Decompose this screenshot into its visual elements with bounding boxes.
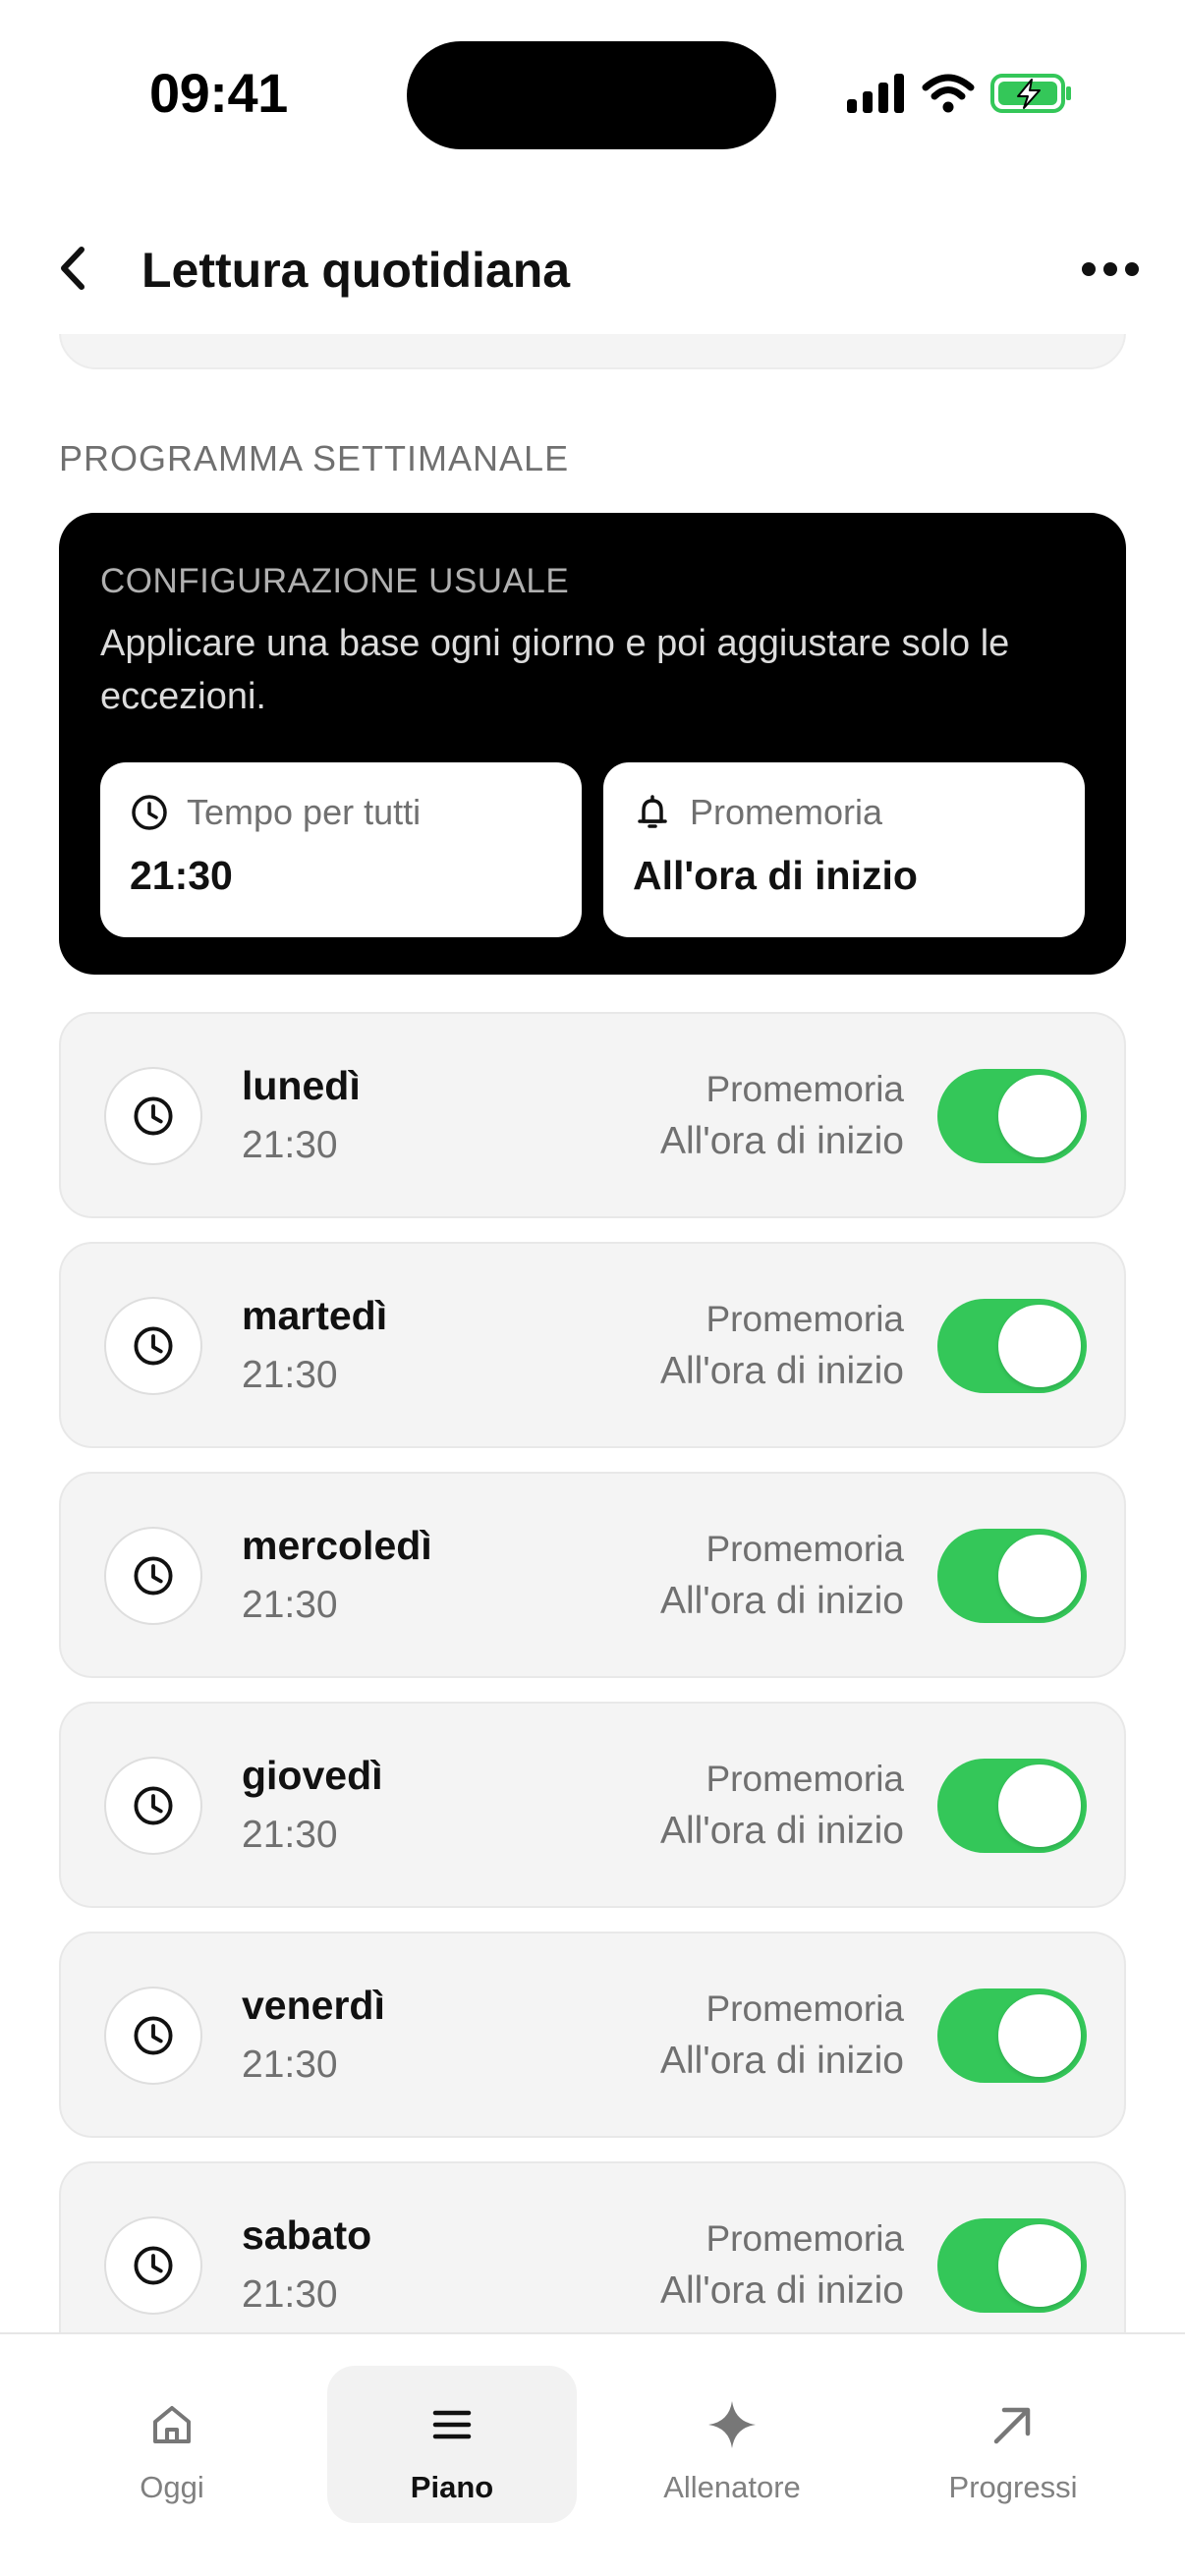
signal-icon — [847, 73, 906, 118]
day-row-monday[interactable]: lunedì 21:30 Promemoria All'ora di inizi… — [59, 1012, 1126, 1218]
bell-icon — [638, 795, 667, 828]
clock-icon — [104, 1527, 202, 1625]
tab-label: Oggi — [140, 2470, 204, 2504]
toggle-knob — [998, 1535, 1081, 1617]
status-bar: 09:41 — [0, 0, 1185, 187]
day-toggle[interactable] — [937, 1069, 1087, 1163]
clock-icon — [104, 1757, 202, 1855]
toggle-knob — [998, 1305, 1081, 1387]
header: Lettura quotidiana — [0, 206, 1185, 334]
reminder-value: All'ora di inizio — [659, 1580, 904, 1622]
toggle-knob — [998, 1994, 1081, 2077]
reminder-value: All'ora di inizio — [659, 2040, 904, 2082]
tab-allenatore[interactable]: Allenatore — [607, 2366, 857, 2523]
day-name: venerdì — [242, 1983, 385, 2028]
reminder-label: Promemoria — [705, 1299, 905, 1339]
arrow-up-right-icon — [990, 2399, 1036, 2450]
dynamic-island — [407, 41, 776, 149]
day-time: 21:30 — [242, 1354, 338, 1396]
clock-icon — [104, 1297, 202, 1395]
day-time: 21:30 — [242, 1814, 338, 1856]
toggle-knob — [998, 1075, 1081, 1157]
reminder-value: All'ora di inizio — [659, 2269, 904, 2312]
page-title: Lettura quotidiana — [141, 243, 571, 298]
section-title: PROGRAMMA SETTIMANALE — [59, 438, 570, 478]
day-time: 21:30 — [242, 1584, 338, 1626]
tab-piano[interactable]: Piano — [327, 2366, 577, 2523]
status-time: 09:41 — [149, 62, 288, 124]
day-toggle[interactable] — [937, 2218, 1087, 2313]
day-name: martedì — [242, 1293, 388, 1338]
day-time: 21:30 — [242, 2044, 338, 2086]
reminder-tile[interactable]: Promemoria All'ora di inizio — [603, 762, 1085, 937]
wifi-icon — [922, 74, 975, 118]
day-name: lunedì — [242, 1063, 361, 1108]
clock-icon — [104, 1987, 202, 2085]
reminder-label: Promemoria — [705, 1069, 905, 1109]
config-description: Applicare una base ogni giorno e poi agg… — [100, 623, 1010, 717]
tab-oggi[interactable]: Oggi — [47, 2366, 297, 2523]
day-time: 21:30 — [242, 1124, 338, 1166]
toggle-knob — [998, 2224, 1081, 2307]
more-options-button[interactable] — [1071, 242, 1150, 297]
day-toggle[interactable] — [937, 1299, 1087, 1393]
reminder-value: All'ora di inizio — [659, 1350, 904, 1392]
day-row-friday[interactable]: venerdì 21:30 Promemoria All'ora di iniz… — [59, 1932, 1126, 2138]
day-name: giovedì — [242, 1753, 383, 1798]
reminder-label: Promemoria — [705, 2218, 905, 2259]
day-toggle[interactable] — [937, 1988, 1087, 2083]
default-config-card: CONFIGURAZIONE USUALE Applicare una base… — [59, 513, 1126, 975]
clock-icon — [104, 1067, 202, 1165]
tab-progressi[interactable]: Progressi — [888, 2366, 1138, 2523]
day-toggle[interactable] — [937, 1529, 1087, 1623]
menu-icon — [429, 2399, 475, 2450]
reminder-value: All'ora di inizio — [659, 1120, 904, 1162]
day-name: sabato — [242, 2212, 372, 2258]
time-tile-value: 21:30 — [130, 853, 233, 898]
reminder-value: All'ora di inizio — [659, 1810, 904, 1852]
battery-charging-icon — [990, 72, 1073, 120]
tab-label: Allenatore — [663, 2470, 801, 2504]
clock-icon — [132, 795, 167, 830]
day-row-wednesday[interactable]: mercoledì 21:30 Promemoria All'ora di in… — [59, 1472, 1126, 1678]
chevron-left-icon — [61, 247, 85, 290]
time-for-all-tile[interactable]: Tempo per tutti 21:30 — [100, 762, 582, 937]
sparkle-icon — [706, 2399, 758, 2450]
day-name: mercoledì — [242, 1523, 432, 1568]
tab-label: Progressi — [948, 2470, 1078, 2504]
previous-card — [59, 334, 1126, 369]
tab-bar: Oggi Piano Allenatore Progressi — [0, 2332, 1185, 2576]
back-button[interactable] — [43, 234, 102, 303]
day-toggle[interactable] — [937, 1759, 1087, 1853]
schedule-scroll-area[interactable]: PROGRAMMA SETTIMANALE CONFIGURAZIONE USU… — [0, 334, 1185, 2332]
tab-label: Piano — [410, 2470, 494, 2504]
day-time: 21:30 — [242, 2273, 338, 2316]
home-icon — [149, 2399, 195, 2450]
day-row-tuesday[interactable]: martedì 21:30 Promemoria All'ora di iniz… — [59, 1242, 1126, 1448]
time-tile-label: Tempo per tutti — [187, 792, 422, 832]
reminder-tile-value: All'ora di inizio — [633, 853, 918, 898]
clock-icon — [104, 2216, 202, 2315]
reminder-label: Promemoria — [705, 1759, 905, 1799]
toggle-knob — [998, 1764, 1081, 1847]
status-icons — [847, 71, 1073, 120]
day-row-thursday[interactable]: giovedì 21:30 Promemoria All'ora di iniz… — [59, 1702, 1126, 1908]
reminder-label: Promemoria — [705, 1988, 905, 2029]
config-label: CONFIGURAZIONE USUALE — [100, 562, 570, 600]
more-horizontal-icon — [1082, 262, 1139, 276]
day-row-saturday[interactable]: sabato 21:30 Promemoria All'ora di inizi… — [59, 2161, 1126, 2332]
reminder-tile-label: Promemoria — [690, 792, 883, 832]
reminder-label: Promemoria — [705, 1529, 905, 1569]
